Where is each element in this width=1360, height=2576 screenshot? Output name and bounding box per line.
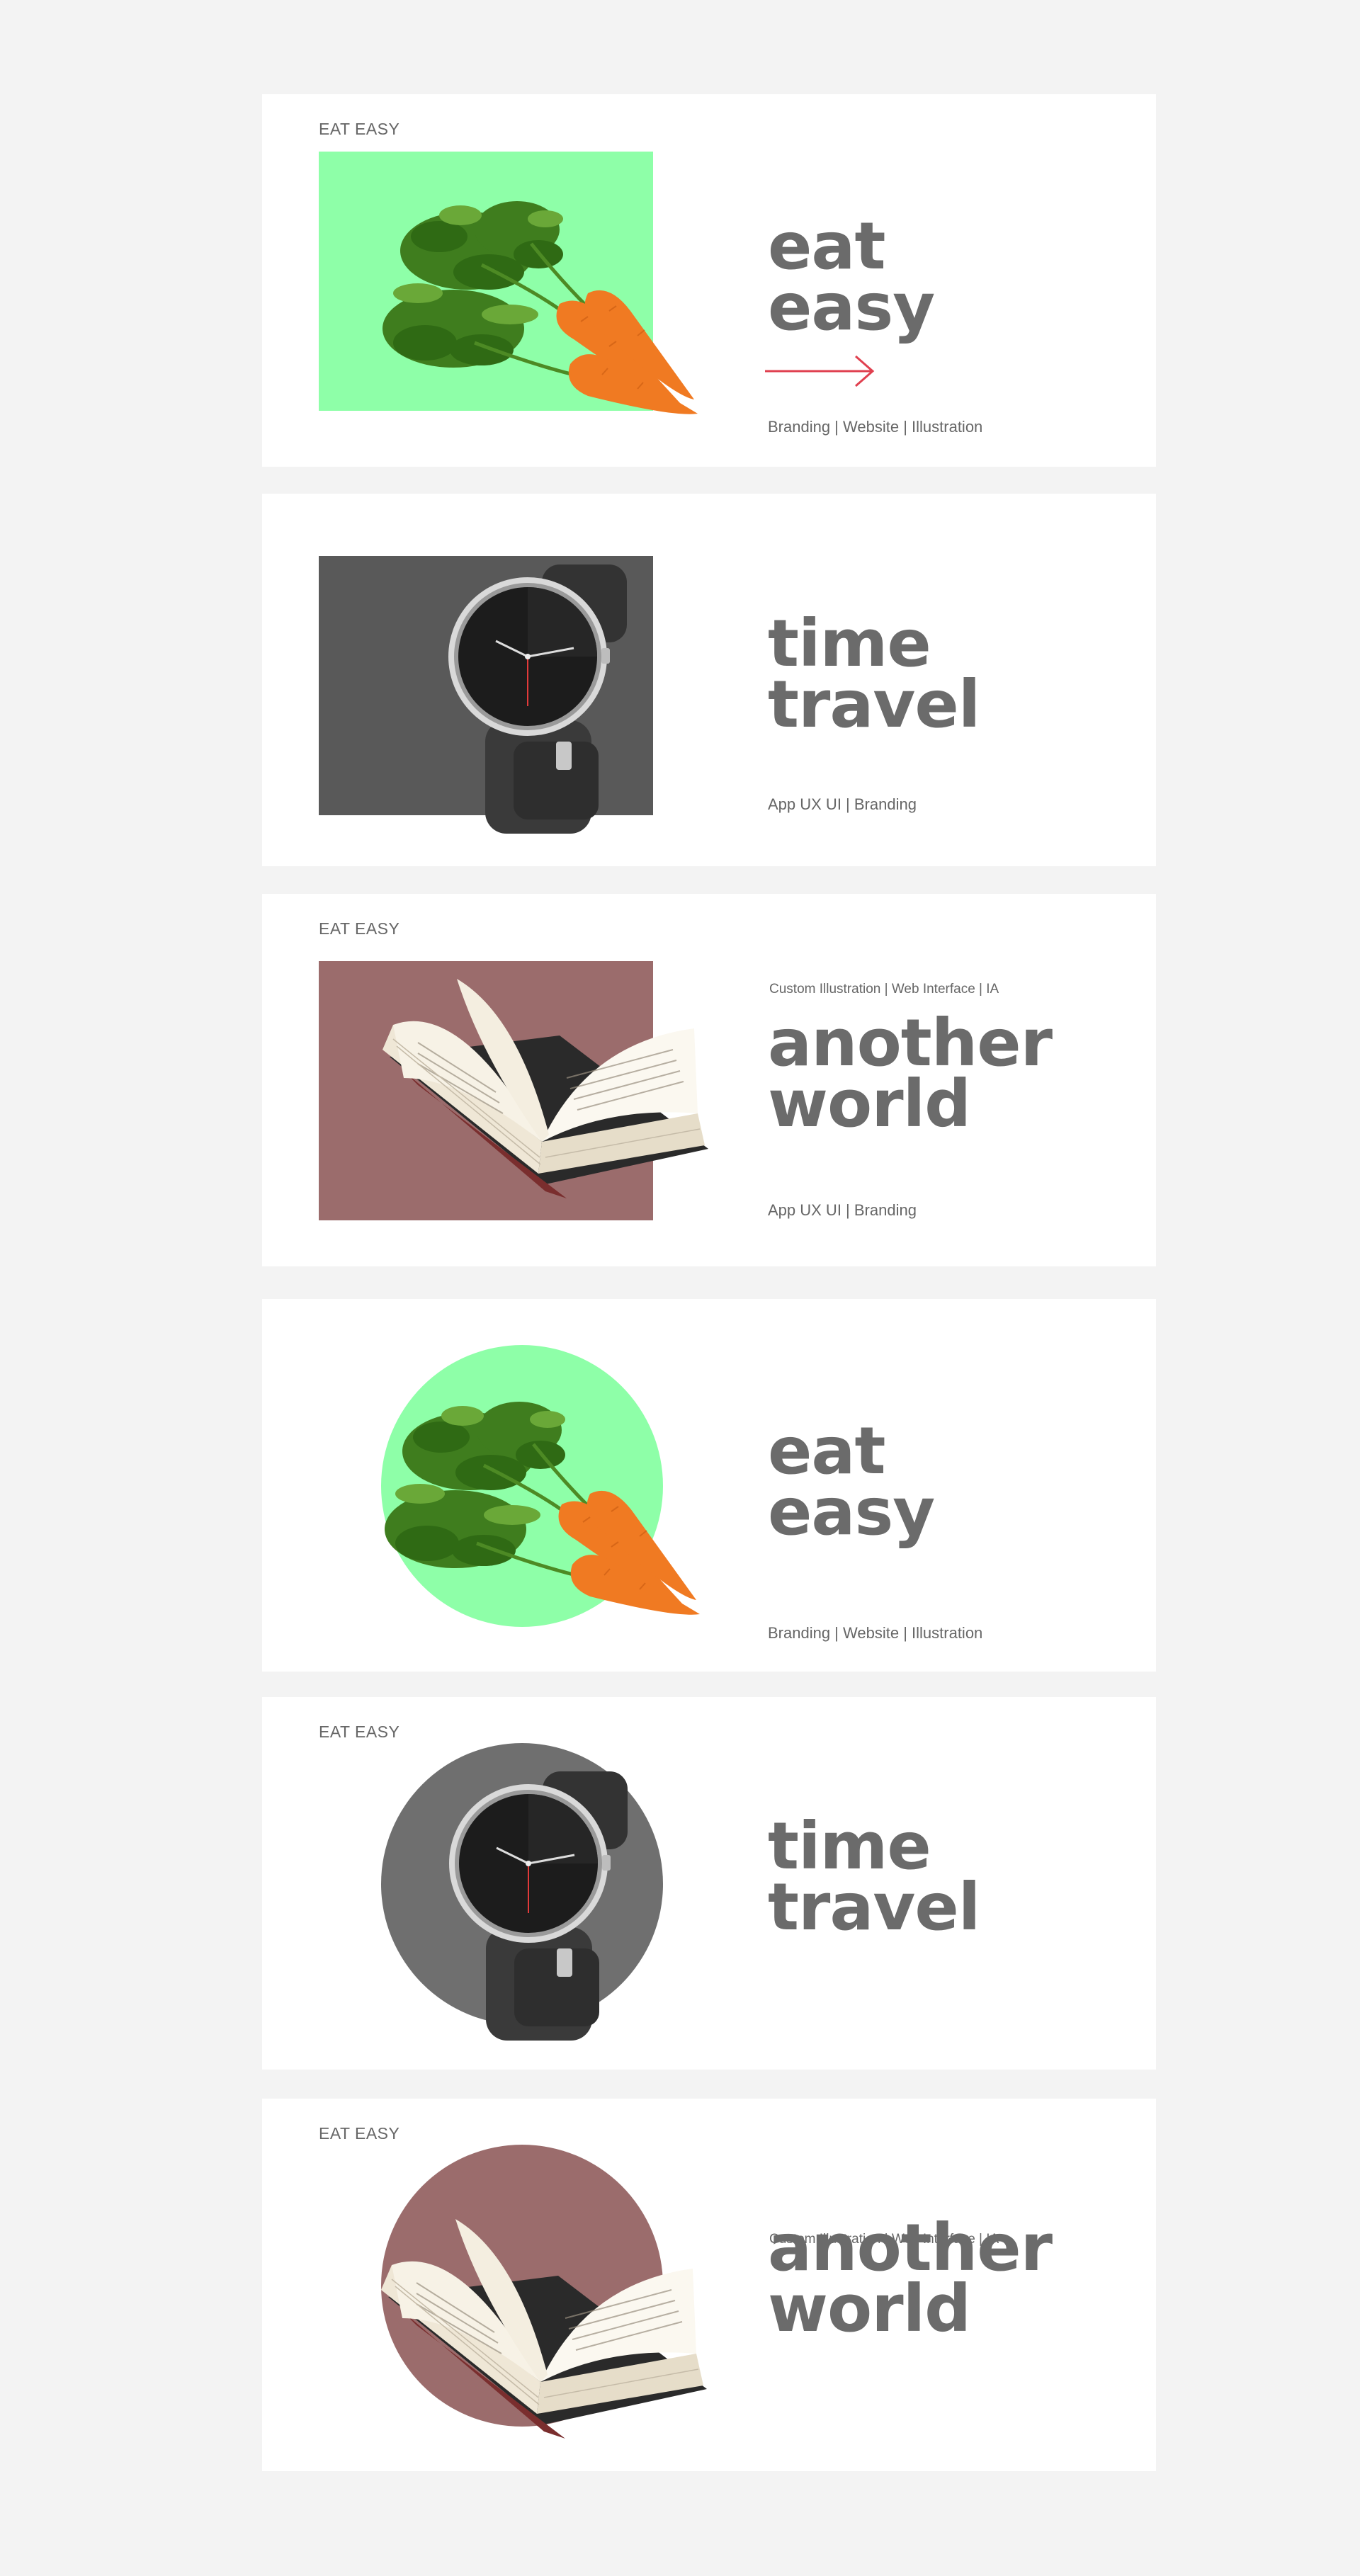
book-icon (375, 972, 730, 1198)
card-title[interactable]: eat easy (768, 208, 935, 345)
carrots-illustration (319, 152, 653, 411)
card-subtitle: App UX UI | Branding (768, 1201, 917, 1219)
project-card-time-travel[interactable]: time travel App UX UI | Branding (262, 494, 1156, 866)
project-card-another-world[interactable]: EAT EASY Custom Illustration | Web Inter… (262, 894, 1156, 1266)
card-title[interactable]: another world (768, 2210, 1053, 2347)
project-card-eat-easy[interactable]: EAT EASY eat easy Branding | Website | I… (262, 94, 1156, 467)
arrow-right-icon[interactable] (764, 353, 877, 389)
card-subtitle: Branding | Website | Illustration (768, 418, 983, 436)
card-tag: EAT EASY (319, 1723, 400, 1741)
carrots-illustration (381, 1345, 663, 1627)
title-line-1: another (768, 1005, 1053, 1081)
project-card-eat-easy[interactable]: eat easy Branding | Website | Illustrati… (262, 1299, 1156, 1672)
card-subtitle: App UX UI | Branding (768, 795, 917, 813)
watch-illustration (319, 556, 653, 815)
title-line-1: eat (768, 208, 885, 284)
title-line-2: world (768, 1066, 971, 1142)
card-tag: EAT EASY (319, 2124, 400, 2143)
title-line-2: travel (768, 1869, 980, 1945)
card-title[interactable]: another world (768, 1005, 1053, 1142)
title-line-2: travel (768, 666, 980, 742)
watch-icon (436, 564, 648, 834)
title-line-1: time (768, 1808, 931, 1884)
open-book-illustration (381, 2145, 663, 2427)
title-line-2: easy (768, 269, 935, 345)
title-line-2: easy (768, 1474, 935, 1550)
card-pretitle: Custom Illustration | Web Interface | IA (769, 982, 999, 997)
title-line-1: time (768, 606, 931, 681)
card-title[interactable]: eat easy (768, 1413, 935, 1550)
book-icon (374, 2212, 728, 2439)
title-line-1: eat (768, 1413, 885, 1489)
card-title[interactable]: time travel (768, 606, 980, 742)
card-title[interactable]: time travel (768, 1808, 980, 1945)
project-card-another-world[interactable]: EAT EASY Custom Illustration | Web Inter… (262, 2099, 1156, 2471)
card-tag: EAT EASY (319, 919, 400, 938)
title-line-1: another (768, 2210, 1053, 2286)
project-card-time-travel[interactable]: EAT EASY time travel (262, 1697, 1156, 2070)
card-subtitle: Branding | Website | Illustration (768, 1624, 983, 1642)
watch-icon (436, 1771, 649, 2041)
watch-illustration (381, 1743, 663, 2025)
open-book-illustration (319, 961, 653, 1220)
portfolio-page: { "colors": { "page_bg": "#f3f3f3", "car… (0, 0, 1360, 2576)
carrots-icon (375, 187, 701, 421)
card-tag: EAT EASY (319, 120, 400, 138)
carrots-icon (378, 1388, 703, 1621)
title-line-2: world (768, 2271, 971, 2347)
